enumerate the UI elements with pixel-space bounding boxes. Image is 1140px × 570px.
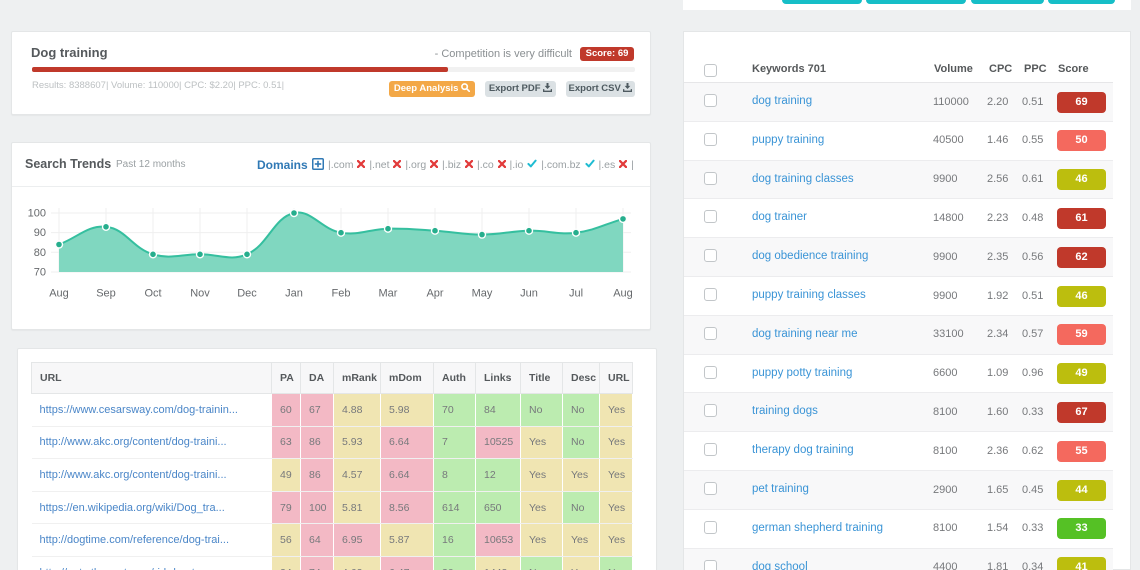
svg-text:Jul: Jul bbox=[569, 288, 583, 300]
svg-text:Apr: Apr bbox=[426, 288, 443, 300]
svg-text:Nov: Nov bbox=[190, 288, 210, 300]
svg-text:Aug: Aug bbox=[49, 288, 69, 300]
svg-text:Sep: Sep bbox=[96, 288, 116, 300]
svg-text:80: 80 bbox=[34, 247, 46, 259]
svg-text:Mar: Mar bbox=[379, 288, 398, 300]
svg-text:Oct: Oct bbox=[144, 288, 161, 300]
svg-text:Jun: Jun bbox=[520, 288, 538, 300]
svg-text:Feb: Feb bbox=[332, 288, 351, 300]
svg-text:100: 100 bbox=[28, 208, 46, 220]
svg-text:Jan: Jan bbox=[285, 288, 303, 300]
svg-text:Aug: Aug bbox=[613, 288, 633, 300]
svg-text:90: 90 bbox=[34, 227, 46, 239]
svg-text:May: May bbox=[472, 288, 493, 300]
svg-text:70: 70 bbox=[34, 267, 46, 279]
svg-text:Dec: Dec bbox=[237, 288, 257, 300]
